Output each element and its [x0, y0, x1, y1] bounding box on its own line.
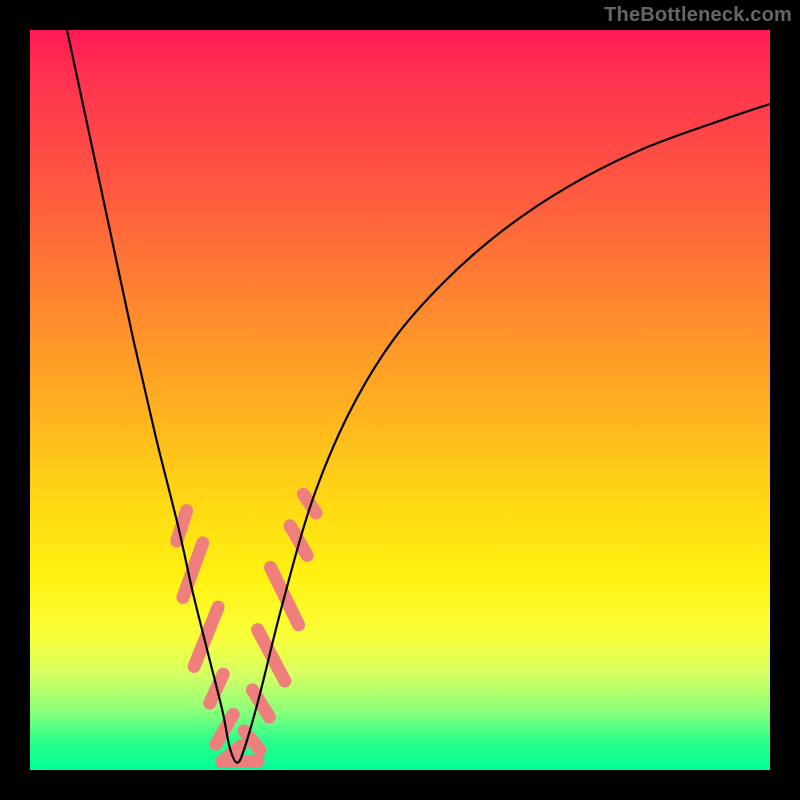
chart-frame: TheBottleneck.com — [0, 0, 800, 800]
bottleneck-curve — [67, 30, 770, 763]
plot-area — [30, 30, 770, 770]
marker-group — [169, 485, 325, 770]
chart-svg — [30, 30, 770, 770]
curve-marker — [249, 621, 294, 690]
curve-marker — [186, 599, 227, 675]
curve-marker — [294, 485, 325, 522]
watermark-text: TheBottleneck.com — [604, 4, 792, 27]
